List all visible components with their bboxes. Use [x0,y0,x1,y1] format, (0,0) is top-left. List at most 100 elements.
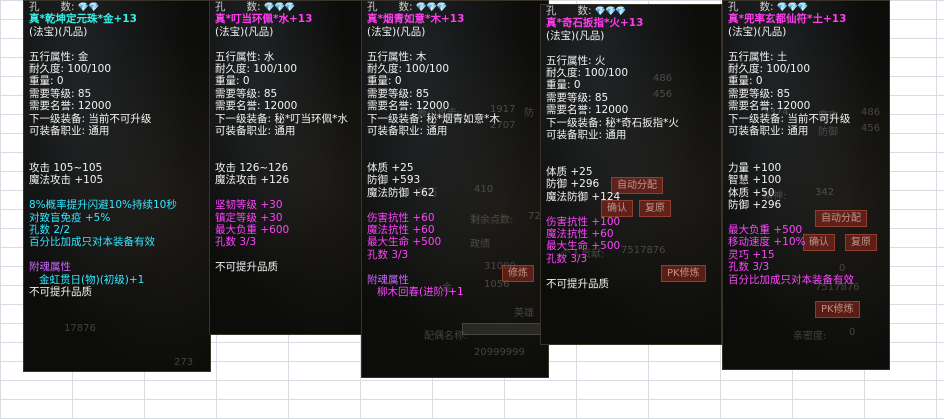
next-equipment: 下一级装备: 当前不可升级 [728,112,851,125]
item-tooltip-panel-4: 486 456 自动分配 确认 复原 个人贡献: 7517876 PK修炼 孔 … [540,4,722,345]
effect-line: 坚韧等级 +30 [215,199,283,212]
item-category: (法宝)(凡品) [728,25,787,38]
effect-line: 移动速度 +10% [728,236,806,249]
stat-line: 体质 +25 [546,166,593,179]
effect-line: 8%概率提升闪避10%持续10秒 [29,199,177,212]
element-attribute: 五行属性: 水 [215,50,275,63]
bg-label: 英雄 [514,308,534,319]
next-equipment: 下一级装备: 秘*奇石扳指*火 [546,116,679,129]
item-category: (法宝)(凡品) [215,25,274,38]
effect-line: 孔数 3/3 [728,261,770,274]
weight: 重量: 0 [367,75,402,88]
item-tooltip-panel-2: 孔 数: 💎💎💎 真*叮当环佩*水+13 (法宝)(凡品) 五行属性: 水 耐久… [209,0,363,335]
hole-row: 孔 数: 💎💎💎 [728,1,889,13]
stat-line: 体质 +50 [728,186,775,199]
hole-label: 孔 数: [546,5,592,17]
effect-line: 孔数 2/2 [29,224,71,237]
bg-number: 17876 [64,323,96,334]
item-category: (法宝)(凡品) [29,25,88,38]
hole-row: 孔 数: 💎💎💎 [215,1,362,13]
bg-label: 亲密度: [793,331,827,342]
element-attribute: 五行属性: 火 [546,54,606,67]
next-equipment: 下一级装备: 秘*烟青如意*木 [367,112,500,125]
hole-row: 孔 数: 💎💎💎 [367,1,548,13]
item-category: (法宝)(凡品) [367,25,426,38]
element-attribute: 五行属性: 金 [29,50,89,63]
effect-line: 百分比加成只对本装备有效 [728,273,854,286]
effect-line: 最大生命 +500 [546,240,621,253]
bg-number: 273 [174,357,194,368]
effect-line: 伤害抗性 +100 [546,215,621,228]
stat-line: 魔法防御 +124 [546,190,621,203]
soul-attribute-item: 金虹贯日(物)(初级)+1 [39,273,145,286]
effect-line: 镇定等级 +30 [215,211,283,224]
hole-label: 孔 数: [728,1,774,13]
equip-job: 可装备职业: 通用 [728,124,809,137]
effect-line: 最大负重 +600 [215,224,290,237]
quality-footer: 不可提升品质 [546,277,609,290]
equip-job: 可装备职业: 通用 [215,124,296,137]
bg-button: PK修炼 [815,301,860,318]
required-level: 需要等级: 85 [367,87,430,100]
soul-attribute-item: 柳木回春(进阶)+1 [377,285,464,298]
durability: 耐久度: 100/100 [546,66,628,79]
effect-line: 最大负重 +500 [728,224,803,237]
item-title: 真*兜率玄都仙符*土+13 [728,13,847,26]
element-attribute: 五行属性: 土 [728,50,788,63]
item-title: 真*奇石扳指*火+13 [546,17,644,30]
stat-line: 防御 +593 [367,174,421,187]
stat-line: 防御 +296 [546,178,600,191]
gem-icon: 💎💎💎 [263,3,296,13]
bg-number: 20999999 [474,347,525,358]
next-equipment: 下一级装备: 秘*叮当环佩*水 [215,112,348,125]
hole-row: 孔 数: 💎💎💎 [546,5,721,17]
required-fame: 需要名誉: 12000 [367,100,450,113]
gem-icon: 💎💎💎 [776,3,809,13]
effect-line: 孔数 3/3 [546,252,588,265]
effect-line: 孔数 3/3 [367,248,409,261]
required-level: 需要等级: 85 [215,87,278,100]
effect-line: 灵巧 +15 [728,248,775,261]
durability: 耐久度: 100/100 [367,62,449,75]
item-tooltip-panel-5: 3374 魔攻 486 防御 456 精神: 342 自动分配 确认 复原 0 … [722,0,890,370]
required-level: 需要等级: 85 [29,87,92,100]
stat-line: 魔法防御 +62 [367,186,435,199]
durability: 耐久度: 100/100 [29,62,111,75]
item-title: 真*乾坤定元珠*金+13 [29,13,137,26]
hole-row: 孔 数: 💎💎 [29,1,210,13]
quality-footer: 不可提升品质 [29,285,92,298]
item-title: 真*烟青如意*木+13 [367,13,465,26]
gem-icon: 💎💎 [77,3,99,13]
stat-line: 体质 +25 [367,162,414,175]
stat-line: 力量 +100 [728,162,782,175]
stat-line: 攻击 126~126 [215,162,289,175]
item-tooltip-panel-3: 最小攻击: 1917 防 2707 灵巧 410 剩余点数: 72 政绩 310… [361,0,549,378]
weight: 重量: 0 [546,79,581,92]
stat-line: 攻击 105~105 [29,162,103,175]
effect-line: 魔法抗性 +60 [546,228,614,241]
equip-job: 可装备职业: 通用 [546,128,627,141]
required-fame: 需要名誉: 12000 [546,104,629,117]
bg-label: 配偶名称: [424,331,468,342]
durability: 耐久度: 100/100 [215,62,297,75]
required-fame: 需要名誉: 12000 [29,100,112,113]
element-attribute: 五行属性: 木 [367,50,427,63]
soul-attribute-label: 附魂属性 [367,273,409,286]
bg-input-bar [462,323,544,335]
hole-label: 孔 数: [215,1,261,13]
quality-footer: 不可提升品质 [215,261,278,274]
weight: 重量: 0 [728,75,763,88]
item-tooltip-panel-1: 17876 273 孔 数: 💎💎 真*乾坤定元珠*金+13 (法宝)(凡品) … [23,0,211,372]
weight: 重量: 0 [29,75,64,88]
effect-line: 百分比加成只对本装备有效 [29,236,155,249]
required-level: 需要等级: 85 [546,91,609,104]
effect-line: 伤害抗性 +60 [367,211,435,224]
required-fame: 需要名誉: 12000 [215,100,298,113]
soul-attribute-label: 附魂属性 [29,261,71,274]
gem-icon: 💎💎💎 [594,7,627,17]
stat-line: 智慧 +100 [728,174,782,187]
item-title: 真*叮当环佩*水+13 [215,13,313,26]
equip-job: 可装备职业: 通用 [29,124,110,137]
durability: 耐久度: 100/100 [728,62,810,75]
item-category: (法宝)(凡品) [546,29,605,42]
